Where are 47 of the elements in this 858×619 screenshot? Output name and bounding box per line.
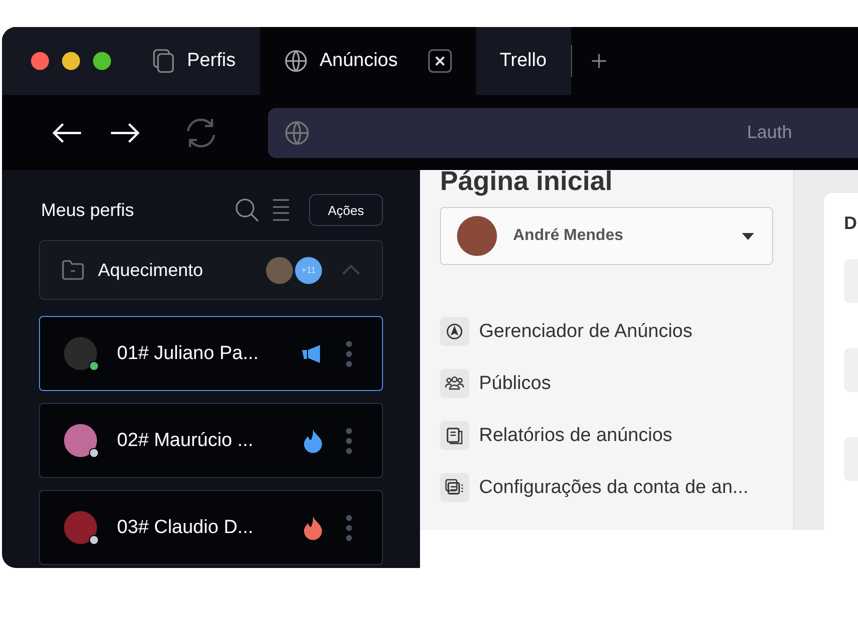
report-icon	[446, 426, 464, 444]
browser-tab[interactable]: Perfis	[129, 27, 260, 95]
profile-name: 01# Juliano Pa...	[117, 342, 260, 364]
sidebar-title: Meus perfis	[41, 200, 136, 220]
profile-group[interactable]: Aquecimento +11	[39, 240, 383, 300]
profile-card[interactable]: 03# Claudio D...	[39, 490, 383, 565]
close-window-button[interactable]	[31, 52, 49, 70]
account-name: André Mendes	[513, 227, 624, 245]
folder-icon	[62, 260, 84, 280]
forward-icon[interactable]	[110, 122, 140, 144]
search-icon[interactable]	[234, 198, 259, 222]
minimize-window-button[interactable]	[62, 52, 80, 70]
profile-name: 02# Maurúcio ...	[117, 430, 254, 452]
address-text: Lauth	[746, 122, 792, 143]
menu-item[interactable]: Relatórios de anúncios	[440, 421, 773, 450]
page-heading: Página inicial	[440, 170, 614, 197]
menu-item[interactable]: Públicos	[440, 369, 773, 398]
avatar-count: +11	[295, 256, 322, 284]
card-title: D	[844, 213, 858, 234]
reload-icon[interactable]	[184, 116, 218, 150]
ad-settings-icon	[445, 479, 464, 496]
actions-button[interactable]: Ações	[308, 194, 383, 226]
compass-icon	[446, 323, 463, 340]
avatar	[64, 424, 97, 457]
globe-icon	[284, 49, 308, 73]
menu-item[interactable]: Configurações da conta de an...	[440, 473, 773, 502]
avatar	[266, 256, 293, 284]
browser-tab[interactable]: Trello	[476, 27, 571, 95]
back-icon[interactable]	[52, 122, 82, 144]
globe-icon	[284, 120, 310, 146]
people-icon	[445, 375, 464, 392]
menu-icon[interactable]	[272, 199, 289, 221]
avatar	[64, 337, 97, 370]
avatar	[457, 216, 497, 256]
group-name: Aquecimento	[98, 260, 204, 280]
address-bar[interactable]: Lauth	[268, 108, 858, 158]
pages-icon	[153, 49, 175, 73]
menu-item[interactable]: Gerenciador de Anúncios	[440, 317, 773, 346]
profile-name: 03# Claudio D...	[117, 516, 254, 538]
account-select[interactable]: André Mendes	[440, 207, 773, 265]
caret-icon	[742, 232, 754, 240]
new-tab-icon[interactable]	[592, 54, 606, 68]
maximize-window-button[interactable]	[93, 52, 111, 70]
close-icon[interactable]	[428, 49, 452, 73]
profile-card[interactable]: 02# Maurúcio ...	[39, 403, 383, 478]
profile-card[interactable]: 01# Juliano Pa...	[39, 316, 383, 391]
avatar	[64, 511, 97, 544]
